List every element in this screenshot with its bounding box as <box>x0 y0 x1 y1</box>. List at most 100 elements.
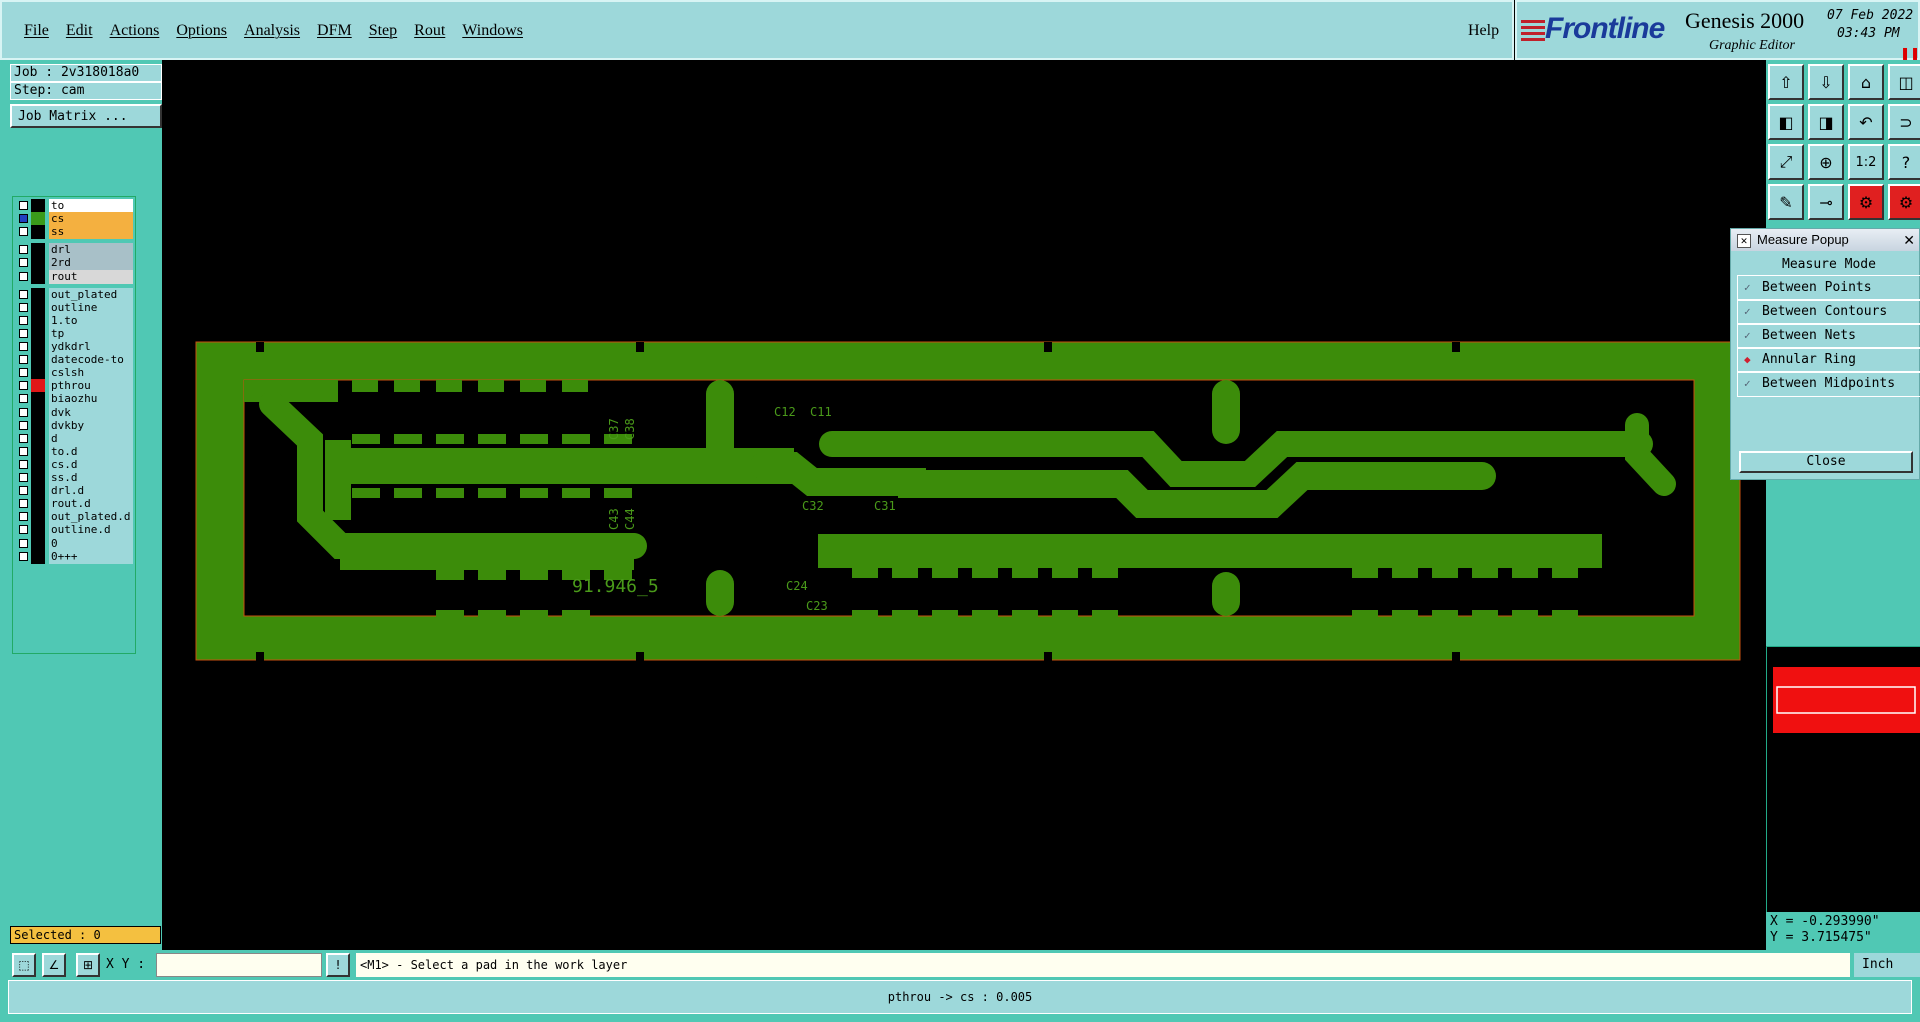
graphic-canvas[interactable]: C37 C38 C12 C11 C43 C44 C32 C31 C24 C23 … <box>162 60 1766 950</box>
layer-name[interactable]: to.d <box>49 444 133 459</box>
layer-checkbox[interactable] <box>19 473 28 482</box>
layer-checkbox[interactable] <box>19 271 28 281</box>
net2-icon[interactable]: ⚙ <box>1888 184 1920 220</box>
layer-row[interactable]: rout.d <box>15 497 133 512</box>
layer-checkbox[interactable] <box>19 486 28 496</box>
layer-checkbox[interactable] <box>19 355 28 365</box>
layer-row[interactable]: 2rd <box>15 256 133 271</box>
layer-row[interactable]: out_plated.d <box>15 510 133 525</box>
layer-name[interactable]: outline.d <box>49 523 133 538</box>
menu-rout[interactable]: Rout <box>414 22 445 40</box>
layer-row[interactable]: dvkby <box>15 418 133 433</box>
help-icon[interactable]: ? <box>1888 144 1920 180</box>
layer-name[interactable]: out_plated.d <box>49 510 133 525</box>
layer-row[interactable]: dvk <box>15 405 133 420</box>
layer-checkbox[interactable] <box>19 551 28 561</box>
measure-icon[interactable]: ✎ <box>1768 184 1804 220</box>
xy-input[interactable] <box>156 953 322 977</box>
pan-left-icon[interactable]: ◧ <box>1768 104 1804 140</box>
menu-help[interactable]: Help <box>1468 22 1499 40</box>
layer-checkbox[interactable] <box>19 368 28 378</box>
close-button[interactable]: Close <box>1739 451 1913 473</box>
layer-row[interactable]: d <box>15 431 133 446</box>
layer-row[interactable]: tp <box>15 326 133 341</box>
layer-checkbox[interactable] <box>19 302 28 312</box>
layer-name[interactable]: ss <box>49 225 133 240</box>
layer-checkbox[interactable] <box>19 525 28 535</box>
menu-edit[interactable]: Edit <box>66 22 93 40</box>
units-selector[interactable]: Inch <box>1854 953 1920 977</box>
layer-checkbox[interactable] <box>19 512 28 522</box>
alert-icon[interactable]: ! <box>326 953 350 977</box>
select-tool-icon[interactable]: ⬚ <box>12 953 36 977</box>
close-icon[interactable]: ✕ <box>1903 229 1915 251</box>
menu-analysis[interactable]: Analysis <box>244 22 300 40</box>
layer-checkbox[interactable] <box>19 214 28 224</box>
layer-checkbox[interactable] <box>19 289 28 299</box>
layer-checkbox[interactable] <box>19 394 28 404</box>
zoom-icon[interactable]: ⊕ <box>1808 144 1844 180</box>
layer-name[interactable]: 1.to <box>49 313 133 328</box>
measure-option-annular-ring[interactable]: ◆ Annular Ring <box>1737 347 1920 373</box>
layer-name[interactable]: biaozhu <box>49 392 133 407</box>
layer-checkbox[interactable] <box>19 433 28 443</box>
layer-name[interactable]: outline <box>49 300 133 315</box>
menu-step[interactable]: Step <box>369 22 397 40</box>
layer-checkbox[interactable] <box>19 420 28 430</box>
layer-row[interactable]: outline <box>15 300 133 315</box>
zoom-fit-icon[interactable]: ⤢ <box>1768 144 1804 180</box>
layer-row[interactable]: pthrou <box>15 379 133 394</box>
pad-icon[interactable]: ⊸ <box>1808 184 1844 220</box>
layer-row[interactable]: ydkdrl <box>15 340 133 354</box>
layer-name[interactable]: 0+++ <box>49 549 133 564</box>
layer-name[interactable]: cs <box>49 212 133 227</box>
ratio-icon[interactable]: 1:2 <box>1848 144 1884 180</box>
pan-right-icon[interactable]: ◨ <box>1808 104 1844 140</box>
snap-icon[interactable]: ⊃ <box>1888 104 1920 140</box>
layer-row[interactable]: biaozhu <box>15 392 133 407</box>
draw-tool-icon[interactable]: ∠ <box>42 953 66 977</box>
layer-row[interactable]: 1.to <box>15 313 133 328</box>
menu-windows[interactable]: Windows <box>462 22 523 40</box>
job-matrix-button[interactable]: Job Matrix ... <box>10 104 162 128</box>
layer-name[interactable]: rout <box>49 269 133 284</box>
layer-checkbox[interactable] <box>19 407 28 417</box>
layer-name[interactable]: cs.d <box>49 457 133 472</box>
layer-name[interactable]: cslsh <box>49 366 133 381</box>
layer-row[interactable]: 0+++ <box>15 549 133 564</box>
menu-actions[interactable]: Actions <box>110 22 160 40</box>
layer-name[interactable]: drl <box>49 243 133 258</box>
layer-name[interactable]: 2rd <box>49 256 133 271</box>
minimap[interactable] <box>1766 646 1920 914</box>
layer-checkbox[interactable] <box>19 227 28 237</box>
layer-checkbox[interactable] <box>19 459 28 469</box>
measure-option-between-nets[interactable]: ✓ Between Nets <box>1737 323 1920 349</box>
layer-name[interactable]: tp <box>49 326 133 341</box>
layer-row[interactable]: outline.d <box>15 523 133 538</box>
layer-checkbox[interactable] <box>19 342 28 351</box>
layer-name[interactable]: out_plated <box>49 287 133 302</box>
layer-name[interactable]: pthrou <box>49 379 133 394</box>
layer-row[interactable]: ss <box>15 225 133 240</box>
layer-checkbox[interactable] <box>19 381 28 391</box>
popup-titlebar[interactable]: ✕ Measure Popup ✕ <box>1731 229 1919 251</box>
layer-checkbox[interactable] <box>19 258 28 268</box>
layer-row[interactable]: drl <box>15 243 133 258</box>
layer-name[interactable]: datecode-to <box>49 353 133 368</box>
layer-down-icon[interactable]: ⇩ <box>1808 64 1844 100</box>
grid-tool-icon[interactable]: ⊞ <box>76 953 100 977</box>
undo-icon[interactable]: ↶ <box>1848 104 1884 140</box>
net-icon[interactable]: ⚙ <box>1848 184 1884 220</box>
layer-name[interactable]: dvkby <box>49 418 133 433</box>
layer-name[interactable]: d <box>49 431 133 446</box>
split-view-icon[interactable]: ◫ <box>1888 64 1920 100</box>
layer-row[interactable]: rout <box>15 269 133 284</box>
layer-checkbox[interactable] <box>19 538 28 548</box>
layer-name[interactable]: drl.d <box>49 484 133 499</box>
layer-row[interactable]: out_plated <box>15 287 133 302</box>
layer-checkbox[interactable] <box>19 328 28 338</box>
layer-checkbox[interactable] <box>19 499 28 509</box>
layer-up-icon[interactable]: ⇧ <box>1768 64 1804 100</box>
layer-checkbox[interactable] <box>19 446 28 456</box>
menu-options[interactable]: Options <box>176 22 227 40</box>
